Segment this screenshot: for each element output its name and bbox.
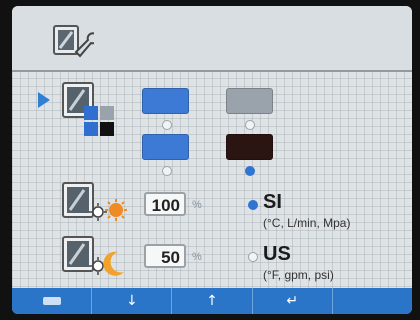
day-brightness-unit: % bbox=[192, 199, 202, 211]
monitor-night-brightness-icon bbox=[62, 236, 124, 276]
down-button[interactable]: ↓ bbox=[92, 288, 173, 314]
settings-screen: 100 % 50 % SI (°C, L/min, Mpa) US (°F, g… bbox=[12, 6, 412, 314]
night-brightness-value[interactable]: 50 bbox=[144, 244, 186, 268]
us-unit-label[interactable]: US bbox=[263, 243, 291, 266]
us-radio[interactable] bbox=[248, 252, 258, 262]
up-button[interactable]: ↑ bbox=[172, 288, 253, 314]
selection-arrow-icon bbox=[38, 92, 50, 108]
scheme-radio-4-selected[interactable] bbox=[245, 166, 255, 176]
si-unit-label[interactable]: SI bbox=[263, 191, 282, 214]
scheme-swatch-blue-2[interactable] bbox=[142, 134, 189, 160]
back-button[interactable] bbox=[12, 288, 93, 314]
us-unit-detail: (°F, gpm, psi) bbox=[263, 268, 334, 282]
enter-icon: ↵ bbox=[286, 293, 299, 309]
day-brightness-value[interactable]: 100 bbox=[144, 192, 186, 216]
night-brightness-unit: % bbox=[192, 251, 202, 263]
arrow-up-icon: ↑ bbox=[206, 293, 218, 309]
scheme-radio-3[interactable] bbox=[162, 166, 172, 176]
scheme-swatch-dark[interactable] bbox=[226, 134, 273, 160]
si-radio-selected[interactable] bbox=[248, 200, 258, 210]
screen-header bbox=[12, 6, 412, 72]
back-icon bbox=[42, 297, 61, 305]
scheme-radio-2[interactable] bbox=[245, 120, 255, 130]
scheme-radio-1[interactable] bbox=[162, 120, 172, 130]
display-settings-wrench-icon bbox=[53, 25, 94, 58]
color-scheme-monitor-icon bbox=[62, 82, 114, 136]
si-unit-detail: (°C, L/min, Mpa) bbox=[263, 216, 351, 230]
scheme-swatch-gray[interactable] bbox=[226, 88, 273, 114]
arrow-down-icon: ↓ bbox=[125, 293, 138, 309]
scheme-swatch-blue-1[interactable] bbox=[142, 88, 189, 114]
monitor-day-brightness-icon bbox=[62, 182, 127, 221]
enter-button[interactable]: ↵ bbox=[253, 288, 333, 314]
blank-softkey[interactable] bbox=[333, 288, 412, 314]
softkey-bar: ↓ ↑ ↵ bbox=[12, 288, 412, 314]
